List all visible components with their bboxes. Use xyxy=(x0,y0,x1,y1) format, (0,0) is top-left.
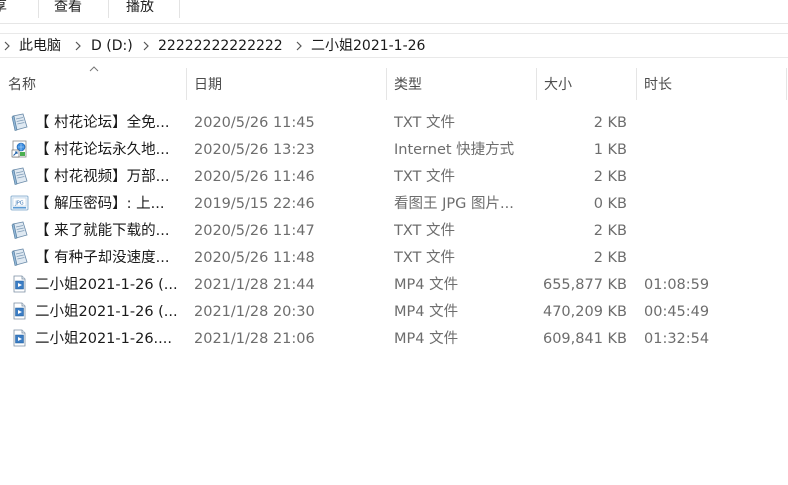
breadcrumb-folder-current[interactable]: 二小姐2021-1-26 xyxy=(311,37,425,55)
file-row[interactable]: 【 村花论坛永久地... 2020/5/26 13:23 Internet 快捷方式… xyxy=(0,136,788,163)
text-file-icon xyxy=(10,248,29,266)
file-size: 1 KB xyxy=(593,142,627,158)
file-date: 2020/5/26 11:46 xyxy=(194,169,315,185)
file-size: 2 KB xyxy=(593,250,627,266)
file-name: 【 村花论坛永久地... xyxy=(35,142,170,158)
video-file-icon xyxy=(10,302,29,320)
file-date: 2020/5/26 11:47 xyxy=(194,223,315,239)
breadcrumb[interactable]: 此电脑 D (D:) 22222222222222 二小姐2021-1-26 xyxy=(0,33,788,58)
file-size: 0 KB xyxy=(593,196,627,212)
column-divider[interactable] xyxy=(536,68,537,100)
ribbon-tab-bar: 享 查看 播放 xyxy=(0,0,788,24)
tab-divider xyxy=(38,0,39,18)
file-size: 609,841 KB xyxy=(542,331,627,347)
file-duration: 01:32:54 xyxy=(644,331,710,347)
file-type: Internet 快捷方式 xyxy=(394,142,515,158)
file-row[interactable]: JPG 【 解压密码】: 上... 2019/5/15 22:46 看图王 JPG … xyxy=(0,190,788,217)
file-row[interactable]: 【 来了就能下载的... 2020/5/26 11:47 TXT 文件 2 KB xyxy=(0,217,788,244)
breadcrumb-drive-d[interactable]: D (D:) xyxy=(91,37,133,55)
file-row[interactable]: 二小姐2021-1-26 (... 2021/1/28 20:30 MP4 文件 47… xyxy=(0,298,788,325)
svg-text:JPG: JPG xyxy=(14,200,23,206)
file-row[interactable]: 二小姐2021-1-26 (... 2021/1/28 21:44 MP4 文件 65… xyxy=(0,271,788,298)
video-file-icon xyxy=(10,275,29,293)
file-name: 【 有种子却没速度... xyxy=(35,250,170,266)
tab-view[interactable]: 查看 xyxy=(54,0,82,19)
file-type: MP4 文件 xyxy=(394,331,459,347)
file-type: 看图王 JPG 图片... xyxy=(394,196,514,212)
file-name: 二小姐2021-1-26 (... xyxy=(35,277,178,293)
chevron-right-icon[interactable] xyxy=(142,39,150,53)
file-date: 2021/1/28 20:30 xyxy=(194,304,315,320)
file-duration: 01:08:59 xyxy=(644,277,710,293)
file-type: TXT 文件 xyxy=(394,250,456,266)
file-name: 【 来了就能下载的... xyxy=(35,223,170,239)
column-header-date[interactable]: 日期 xyxy=(194,74,222,94)
breadcrumb-folder-parent[interactable]: 22222222222222 xyxy=(158,37,283,55)
file-name: 【 村花视频】万部... xyxy=(35,169,170,185)
video-file-icon xyxy=(10,329,29,347)
file-name: 二小姐2021-1-26 (... xyxy=(35,304,178,320)
column-header-type[interactable]: 类型 xyxy=(394,74,422,94)
file-date: 2020/5/26 11:45 xyxy=(194,115,315,131)
column-divider[interactable] xyxy=(386,68,387,100)
chevron-right-icon[interactable] xyxy=(3,39,11,53)
column-divider[interactable] xyxy=(186,68,187,100)
text-file-icon xyxy=(10,167,29,185)
tab-divider xyxy=(179,0,180,18)
file-row[interactable]: 二小姐2021-1-26.... 2021/1/28 21:06 MP4 文件 609… xyxy=(0,325,788,352)
file-duration: 00:45:49 xyxy=(644,304,710,320)
file-type: TXT 文件 xyxy=(394,115,456,131)
chevron-right-icon[interactable] xyxy=(74,39,82,53)
file-date: 2020/5/26 13:23 xyxy=(194,142,315,158)
file-size: 2 KB xyxy=(593,169,627,185)
image-file-icon: JPG xyxy=(10,194,29,212)
file-size: 2 KB xyxy=(593,223,627,239)
file-type: MP4 文件 xyxy=(394,304,459,320)
file-row[interactable]: 【 村花论坛】全免... 2020/5/26 11:45 TXT 文件 2 KB xyxy=(0,109,788,136)
file-row[interactable]: 【 村花视频】万部... 2020/5/26 11:46 TXT 文件 2 KB xyxy=(0,163,788,190)
tab-share[interactable]: 享 xyxy=(0,0,7,19)
file-name: 【 村花论坛】全免... xyxy=(35,115,170,131)
text-file-icon xyxy=(10,221,29,239)
column-header-row: 名称 日期 类型 大小 时长 xyxy=(0,66,788,100)
file-size: 470,209 KB xyxy=(542,304,627,320)
file-size: 2 KB xyxy=(593,115,627,131)
column-divider[interactable] xyxy=(636,68,637,100)
file-date: 2021/1/28 21:44 xyxy=(194,277,315,293)
text-file-icon xyxy=(10,113,29,131)
file-name: 二小姐2021-1-26.... xyxy=(35,331,172,347)
column-header-name[interactable]: 名称 xyxy=(8,74,36,94)
breadcrumb-this-pc[interactable]: 此电脑 xyxy=(19,37,61,55)
chevron-right-icon[interactable] xyxy=(295,39,303,53)
file-date: 2019/5/15 22:46 xyxy=(194,196,315,212)
internet-shortcut-icon xyxy=(10,140,29,158)
file-size: 655,877 KB xyxy=(542,277,627,293)
column-divider[interactable] xyxy=(786,68,787,100)
file-date: 2021/1/28 21:06 xyxy=(194,331,315,347)
file-row[interactable]: 【 有种子却没速度... 2020/5/26 11:48 TXT 文件 2 KB xyxy=(0,244,788,271)
tab-divider xyxy=(108,0,109,18)
sort-ascending-icon xyxy=(89,66,99,72)
file-type: TXT 文件 xyxy=(394,223,456,239)
file-name: 【 解压密码】: 上... xyxy=(35,196,165,212)
column-header-duration[interactable]: 时长 xyxy=(644,74,672,94)
file-date: 2020/5/26 11:48 xyxy=(194,250,315,266)
tab-play[interactable]: 播放 xyxy=(126,0,154,19)
file-list: 【 村花论坛】全免... 2020/5/26 11:45 TXT 文件 2 KB 【 … xyxy=(0,109,788,352)
column-header-size[interactable]: 大小 xyxy=(544,74,572,94)
file-type: MP4 文件 xyxy=(394,277,459,293)
file-type: TXT 文件 xyxy=(394,169,456,185)
